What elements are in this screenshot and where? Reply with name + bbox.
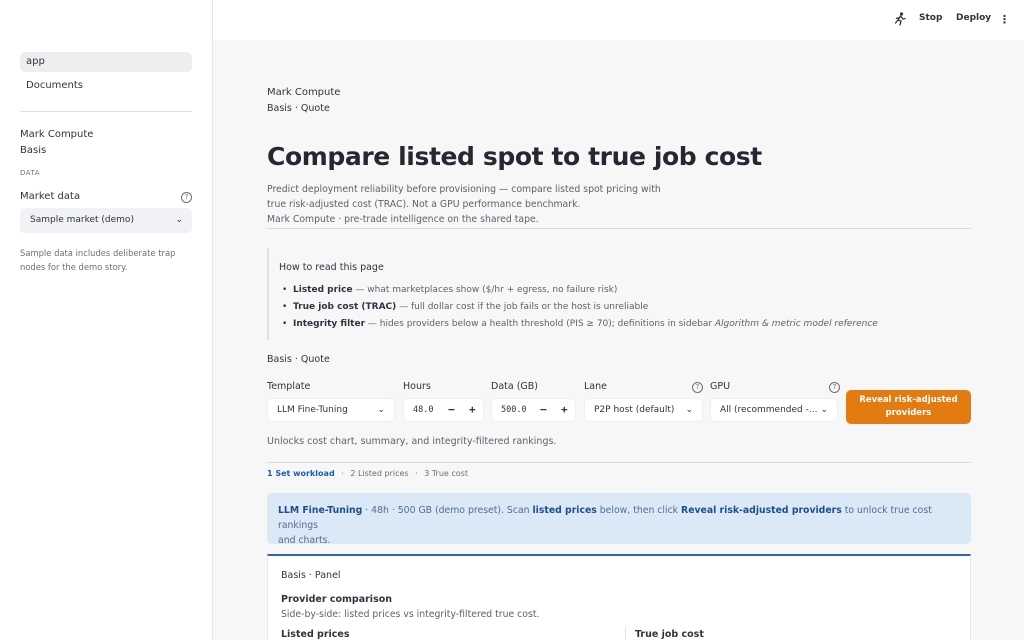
howto-bullet-integrity: Integrity filter — hides providers below… — [282, 319, 878, 329]
top-bar: Stop Deploy ⋮ — [213, 0, 1024, 40]
gpu-select[interactable]: All (recommended -... ⌄ — [710, 398, 838, 422]
panel-label: Basis · Panel — [281, 570, 341, 581]
hours-increment-button[interactable]: + — [469, 399, 476, 421]
description-line-2: true risk-adjusted cost (TRAC). Not a GP… — [267, 199, 581, 210]
sidebar-brand-name: Mark Compute — [20, 129, 94, 140]
info-banner: LLM Fine-Tuning · 48h · 500 GB (demo pre… — [267, 493, 971, 546]
help-icon[interactable]: ? — [181, 192, 192, 203]
sidebar-item-app[interactable]: app — [20, 52, 192, 72]
provider-panel: Basis · Panel Provider comparison Side-b… — [267, 554, 971, 640]
howto-bullet-listed: Listed price — what marketplaces show ($… — [282, 285, 617, 295]
market-data-label: Market data — [20, 191, 81, 202]
more-menu-icon[interactable]: ⋮ — [999, 13, 1010, 26]
panel-subtitle: Side-by-side: listed prices vs integrity… — [281, 609, 540, 620]
gpu-value: All (recommended -... — [720, 405, 818, 415]
step-listed-prices[interactable]: 2 Listed prices — [350, 469, 408, 478]
chevron-down-icon: ⌄ — [175, 215, 183, 225]
chevron-down-icon: ⌄ — [820, 405, 828, 415]
breadcrumb-page: Basis · Quote — [267, 103, 330, 114]
step-separator: · — [415, 469, 418, 478]
sidebar-brand-sub: Basis — [20, 145, 47, 156]
description-line-3: Mark Compute · pre-trade intelligence on… — [267, 214, 539, 225]
data-gb-decrement-button[interactable]: − — [540, 399, 547, 421]
algorithm-reference-link[interactable]: Algorithm & metric model reference — [715, 319, 878, 329]
lane-select[interactable]: P2P host (default) ⌄ — [584, 398, 703, 422]
steps-divider — [267, 462, 971, 463]
step-separator: · — [341, 469, 344, 478]
reveal-button-line-2: providers — [885, 408, 932, 418]
info-line-1: LLM Fine-Tuning · 48h · 500 GB (demo pre… — [278, 505, 932, 531]
gpu-label: GPU — [710, 381, 731, 392]
breadcrumb-org: Mark Compute — [267, 87, 341, 98]
panel-title: Provider comparison — [281, 594, 393, 605]
progress-steps: 1 Set workload · 2 Listed prices · 3 Tru… — [267, 469, 468, 478]
main-content: Mark Compute Basis · Quote Compare liste… — [213, 40, 1024, 640]
chevron-down-icon: ⌄ — [377, 405, 385, 415]
help-icon[interactable]: ? — [829, 382, 840, 393]
hours-label: Hours — [403, 381, 431, 392]
info-line-2: and charts. — [278, 535, 331, 546]
howto-title: How to read this page — [279, 262, 384, 273]
hours-decrement-button[interactable]: − — [448, 399, 455, 421]
true-job-cost-heading: True job cost — [635, 629, 704, 640]
data-gb-increment-button[interactable]: + — [561, 399, 568, 421]
section-label: Basis · Quote — [267, 354, 330, 365]
data-gb-value: 500.0 — [501, 405, 527, 415]
deploy-button[interactable]: Deploy — [956, 13, 991, 23]
sidebar-section-caption: DATA — [20, 169, 41, 177]
sidebar-item-documents[interactable]: Documents — [20, 76, 192, 96]
reveal-button-line-1: Reveal risk-adjusted — [859, 395, 958, 405]
page-description: Predict deployment reliability before pr… — [267, 182, 717, 227]
running-man-icon — [894, 12, 906, 26]
divider — [267, 228, 971, 229]
market-data-select[interactable]: Sample market (demo) ⌄ — [20, 208, 192, 233]
howto-bullet-trac: True job cost (TRAC) — full dollar cost … — [282, 302, 648, 312]
chevron-down-icon: ⌄ — [685, 405, 693, 415]
template-label: Template — [267, 381, 311, 392]
column-divider — [625, 627, 626, 640]
lane-value: P2P host (default) — [594, 405, 675, 415]
reveal-providers-button[interactable]: Reveal risk-adjusted providers — [846, 390, 971, 424]
lane-label: Lane — [584, 381, 607, 392]
template-value: LLM Fine-Tuning — [277, 405, 348, 415]
hours-stepper[interactable]: 48.0 − + — [403, 398, 484, 422]
step-set-workload[interactable]: 1 Set workload — [267, 469, 335, 478]
description-line-1: Predict deployment reliability before pr… — [267, 184, 661, 195]
page-title: Compare listed spot to true job cost — [267, 142, 762, 171]
howto-callout: How to read this page Listed price — wha… — [267, 248, 971, 340]
sidebar: app Documents Mark Compute Basis DATA Ma… — [0, 0, 213, 640]
unlock-note: Unlocks cost chart, summary, and integri… — [267, 436, 557, 447]
stop-button[interactable]: Stop — [919, 13, 942, 23]
market-data-value: Sample market (demo) — [30, 215, 134, 225]
data-gb-stepper[interactable]: 500.0 − + — [491, 398, 576, 422]
sidebar-divider — [20, 111, 192, 112]
template-select[interactable]: LLM Fine-Tuning ⌄ — [267, 398, 395, 422]
help-icon[interactable]: ? — [692, 382, 703, 393]
listed-prices-heading: Listed prices — [281, 629, 350, 640]
step-true-cost[interactable]: 3 True cost — [424, 469, 468, 478]
hours-value: 48.0 — [413, 405, 434, 415]
data-gb-label: Data (GB) — [491, 381, 538, 392]
sidebar-note: Sample data includes deliberate trap nod… — [20, 248, 176, 272]
